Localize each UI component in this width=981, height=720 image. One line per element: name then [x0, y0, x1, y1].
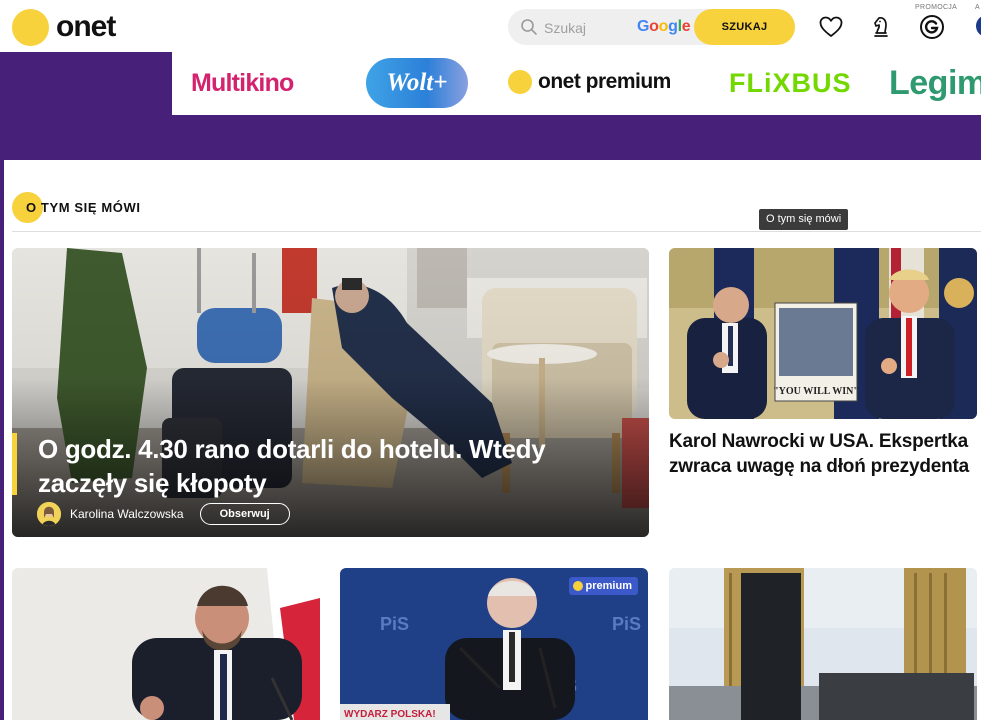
g-circle-icon[interactable] [919, 14, 945, 40]
top-header: onet Google SZUKAJ PROMOCJA A [0, 0, 981, 53]
poster-caption: "YOU WILL WIN" [773, 386, 859, 397]
search-input[interactable] [542, 16, 636, 40]
section-divider [12, 231, 981, 232]
author-avatar-image [37, 502, 61, 526]
onet-premium-dot-icon [508, 70, 532, 94]
google-logo: Google [637, 18, 691, 35]
onet-logo[interactable]: onet [12, 8, 116, 46]
premium-dot-icon [572, 581, 583, 591]
section-title[interactable]: O TYM SIĘ MÓWI [26, 200, 141, 215]
promo-label: PROMOCJA [915, 4, 958, 11]
search-button[interactable]: SZUKAJ [694, 9, 795, 45]
podium-sign-text: WYDARZ POLSKA! [344, 709, 436, 720]
partner-flixbus[interactable]: FLiXBUS [729, 68, 852, 99]
partner-strip: Multikino Wolt+ onet premium FLiXBUS Leg… [172, 52, 981, 115]
search-box: Google SZUKAJ [508, 9, 795, 45]
heart-icon[interactable] [818, 14, 844, 40]
partner-onet-premium[interactable]: onet premium [508, 70, 671, 94]
partner-wolt[interactable]: Wolt+ [366, 58, 468, 108]
pis-logo-right: PiS [612, 614, 641, 634]
partner-legimi[interactable]: Legim [889, 64, 981, 103]
section-tooltip: O tym się mówi [759, 209, 849, 230]
follow-button[interactable]: Obserwuj [199, 503, 290, 525]
search-icon [521, 19, 537, 35]
bottom-article-image-3 [669, 568, 977, 720]
author-avatar[interactable] [37, 502, 61, 526]
user-avatar-icon[interactable] [976, 15, 981, 37]
side-article-headline[interactable]: Karol Nawrocki w USA. Ekspertka zwraca u… [669, 429, 981, 479]
logo-dot-icon [12, 8, 49, 46]
left-accent-border [0, 160, 4, 720]
main-article-headline[interactable]: O godz. 4.30 rano dotarli do hotelu. Wte… [38, 432, 598, 500]
bottom-article-image-1 [12, 568, 320, 720]
main-article-card[interactable]: O godz. 4.30 rano dotarli do hotelu. Wte… [12, 248, 649, 537]
author-row: Karolina Walczowska Obserwuj [37, 502, 290, 526]
side-article-image[interactable]: "YOU WILL WIN" [669, 248, 977, 419]
premium-badge-label: premium [585, 580, 632, 592]
bottom-article-card-1[interactable] [12, 568, 320, 720]
bottom-article-card-3[interactable] [669, 568, 977, 720]
premium-badge: premium [568, 577, 638, 595]
partner-onet-premium-label: onet premium [538, 70, 671, 93]
pis-logo-left: PiS [380, 614, 409, 634]
promo-label-2: A [975, 4, 980, 11]
logo-text: onet [56, 10, 116, 43]
author-name[interactable]: Karolina Walczowska [70, 507, 184, 521]
side-article-photo: "YOU WILL WIN" [669, 248, 977, 419]
chess-knight-icon[interactable] [868, 14, 894, 40]
headline-accent-bar [12, 433, 17, 495]
partner-multikino[interactable]: Multikino [191, 69, 294, 98]
bottom-article-card-2[interactable]: PiS PiS PiS WYDARZ POLSKA! premium [340, 568, 648, 720]
